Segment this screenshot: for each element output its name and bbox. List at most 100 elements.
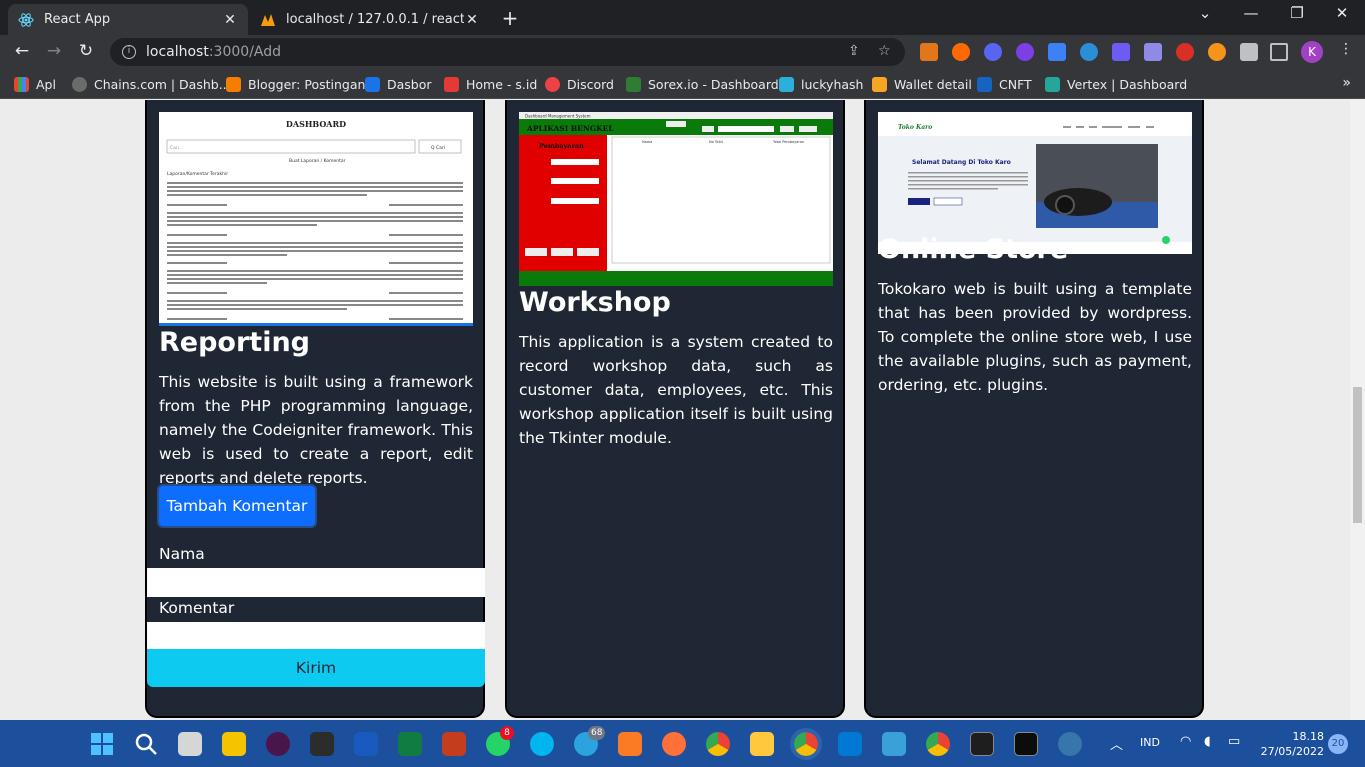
language-indicator[interactable]: IND (1140, 736, 1160, 749)
bookmark-label: Apl (36, 76, 56, 92)
name-input[interactable] (147, 568, 485, 597)
minimize-icon[interactable]: — (1236, 4, 1266, 22)
comment-input[interactable] (147, 622, 485, 651)
bookmark-sorex[interactable]: Sorex.io - Dashboard (626, 76, 779, 92)
bookmark-sid[interactable]: Home - s.id (444, 76, 537, 92)
shot-heading: DASHBOARD (286, 119, 346, 129)
slack-icon[interactable] (266, 732, 290, 756)
bookmark-vertex[interactable]: Vertex | Dashboard (1045, 76, 1187, 92)
react-logo-icon (18, 12, 34, 28)
browser-toolbar: ← → ↻ i localhost:3000/Add ⇪ ☆ K ⋮ (0, 35, 1365, 69)
bookmark-apps[interactable]: Apl (14, 76, 56, 92)
tab-search-icon[interactable]: ⌄ (1190, 4, 1220, 22)
extension-icon[interactable] (1112, 43, 1130, 61)
bookmark-label: Home - s.id (466, 76, 538, 92)
extensions-puzzle-icon[interactable] (1240, 43, 1258, 61)
profile-avatar[interactable]: K (1301, 41, 1323, 63)
bookmark-blogger[interactable]: Blogger: Postingan (226, 76, 365, 92)
word-icon[interactable] (354, 732, 378, 756)
restore-icon[interactable]: ❐ (1282, 4, 1312, 22)
bookmark-luckyhash[interactable]: luckyhash (779, 76, 863, 92)
discord-icon (545, 76, 560, 92)
tab-react-app[interactable]: React App ✕ (8, 4, 248, 35)
python-icon[interactable] (1058, 732, 1082, 756)
bookmark-dasbor[interactable]: Dasbor (365, 76, 432, 92)
shot-section: Laporan/Komentar Terakhir (167, 171, 228, 177)
chrome-icon[interactable] (706, 732, 730, 756)
whatsapp-badge: 8 (500, 726, 514, 740)
dasbor-icon (365, 76, 380, 92)
task-view-icon[interactable] (178, 732, 202, 756)
show-hidden-icons[interactable]: ︿ (1110, 734, 1123, 753)
metamask-extension-icon[interactable] (920, 43, 938, 61)
menu-dots-icon[interactable]: ⋮ (1335, 41, 1357, 57)
bookmark-wallet[interactable]: Wallet detail (872, 76, 972, 92)
notification-count[interactable]: 20 (1328, 734, 1348, 754)
vertex-icon (1045, 76, 1060, 92)
file-explorer-icon[interactable] (750, 732, 774, 756)
project-card-reporting: DASHBOARD Cari... Q Cari Buat Laporan / … (145, 100, 485, 718)
address-bar[interactable]: i localhost:3000/Add ⇪ ☆ (110, 38, 905, 66)
back-icon[interactable]: ← (11, 41, 33, 61)
figma-icon[interactable] (310, 732, 334, 756)
bluestacks-icon[interactable] (222, 732, 246, 756)
excel-icon[interactable] (398, 732, 422, 756)
close-tab-icon[interactable]: ✕ (222, 12, 238, 28)
share-icon[interactable]: ⇪ (848, 43, 860, 59)
chrome-icon[interactable] (926, 732, 950, 756)
powerpoint-icon[interactable] (442, 732, 466, 756)
wifi-icon[interactable]: ◠ (1180, 734, 1191, 749)
battery-icon[interactable]: ▭ (1228, 734, 1240, 749)
project-card-workshop: Dashboard Management System APLIKASI BEN… (505, 100, 845, 718)
terminal-icon[interactable] (970, 732, 994, 756)
extension-icon[interactable] (1016, 43, 1034, 61)
luckyhash-icon (779, 76, 794, 92)
bookmark-star-icon[interactable]: ☆ (878, 43, 891, 59)
reload-icon[interactable]: ↻ (75, 41, 97, 61)
extension-icon[interactable] (1208, 43, 1226, 61)
firefox-icon[interactable] (662, 732, 686, 756)
bookmark-cnft[interactable]: CNFT (977, 76, 1032, 92)
chains-icon (72, 76, 87, 92)
site-info-icon[interactable]: i (122, 45, 136, 59)
close-tab-icon[interactable]: ✕ (464, 12, 480, 28)
name-label: Nama (159, 545, 205, 563)
scrollbar-thumb[interactable] (1353, 387, 1362, 523)
reporting-screenshot-image: DASHBOARD Cari... Q Cari Buat Laporan / … (159, 112, 473, 323)
windows-start-icon[interactable] (90, 732, 114, 756)
xampp-icon[interactable] (618, 732, 642, 756)
bookmark-chains[interactable]: Chains.com | Dashb... (72, 76, 231, 92)
new-tab-button[interactable]: + (500, 6, 520, 30)
extension-icon[interactable] (1048, 43, 1066, 61)
volume-icon[interactable]: ◖ (1204, 734, 1211, 749)
edge-icon[interactable] (530, 732, 554, 756)
add-comment-button[interactable]: Tambah Komentar (157, 484, 317, 528)
tab-phpmyadmin[interactable]: localhost / 127.0.0.1 / react | php ✕ (250, 4, 490, 35)
clock-time: 18.18 (1292, 730, 1325, 743)
side-panel-icon[interactable] (1270, 43, 1288, 61)
more-bookmarks-icon[interactable]: » (1342, 75, 1351, 91)
forward-icon[interactable]: → (43, 41, 65, 61)
bookmark-discord[interactable]: Discord (545, 76, 614, 92)
extension-icon[interactable] (984, 43, 1002, 61)
submit-button[interactable]: Kirim (147, 649, 485, 687)
command-prompt-icon[interactable] (1014, 732, 1038, 756)
extension-icon[interactable] (1080, 43, 1098, 61)
close-window-icon[interactable]: ✕ (1327, 4, 1357, 22)
extension-icon[interactable] (952, 43, 970, 61)
shot-logo: Toko Karo (898, 124, 932, 131)
project-card-online-store: Toko Karo Selamat Datang Di Toko Karo On… (864, 100, 1204, 718)
taskbar-clock[interactable]: 18.18 27/05/2022 (1261, 729, 1325, 759)
page-scrollbar[interactable] (1350, 100, 1365, 720)
extension-icon[interactable] (1176, 43, 1194, 61)
notepad-icon[interactable] (882, 732, 906, 756)
chrome-profile-icon[interactable] (790, 728, 822, 760)
online-store-screenshot: Toko Karo Selamat Datang Di Toko Karo (878, 112, 1192, 254)
bookmark-label: Chains.com | Dashb... (94, 76, 231, 92)
shot-search-button: Q Cari (431, 145, 445, 151)
vscode-icon[interactable] (838, 732, 862, 756)
card-description: This website is built using a framework … (159, 373, 473, 487)
search-icon[interactable] (134, 732, 158, 756)
tab-title: React App (44, 12, 111, 27)
extension-icon[interactable] (1144, 43, 1162, 61)
